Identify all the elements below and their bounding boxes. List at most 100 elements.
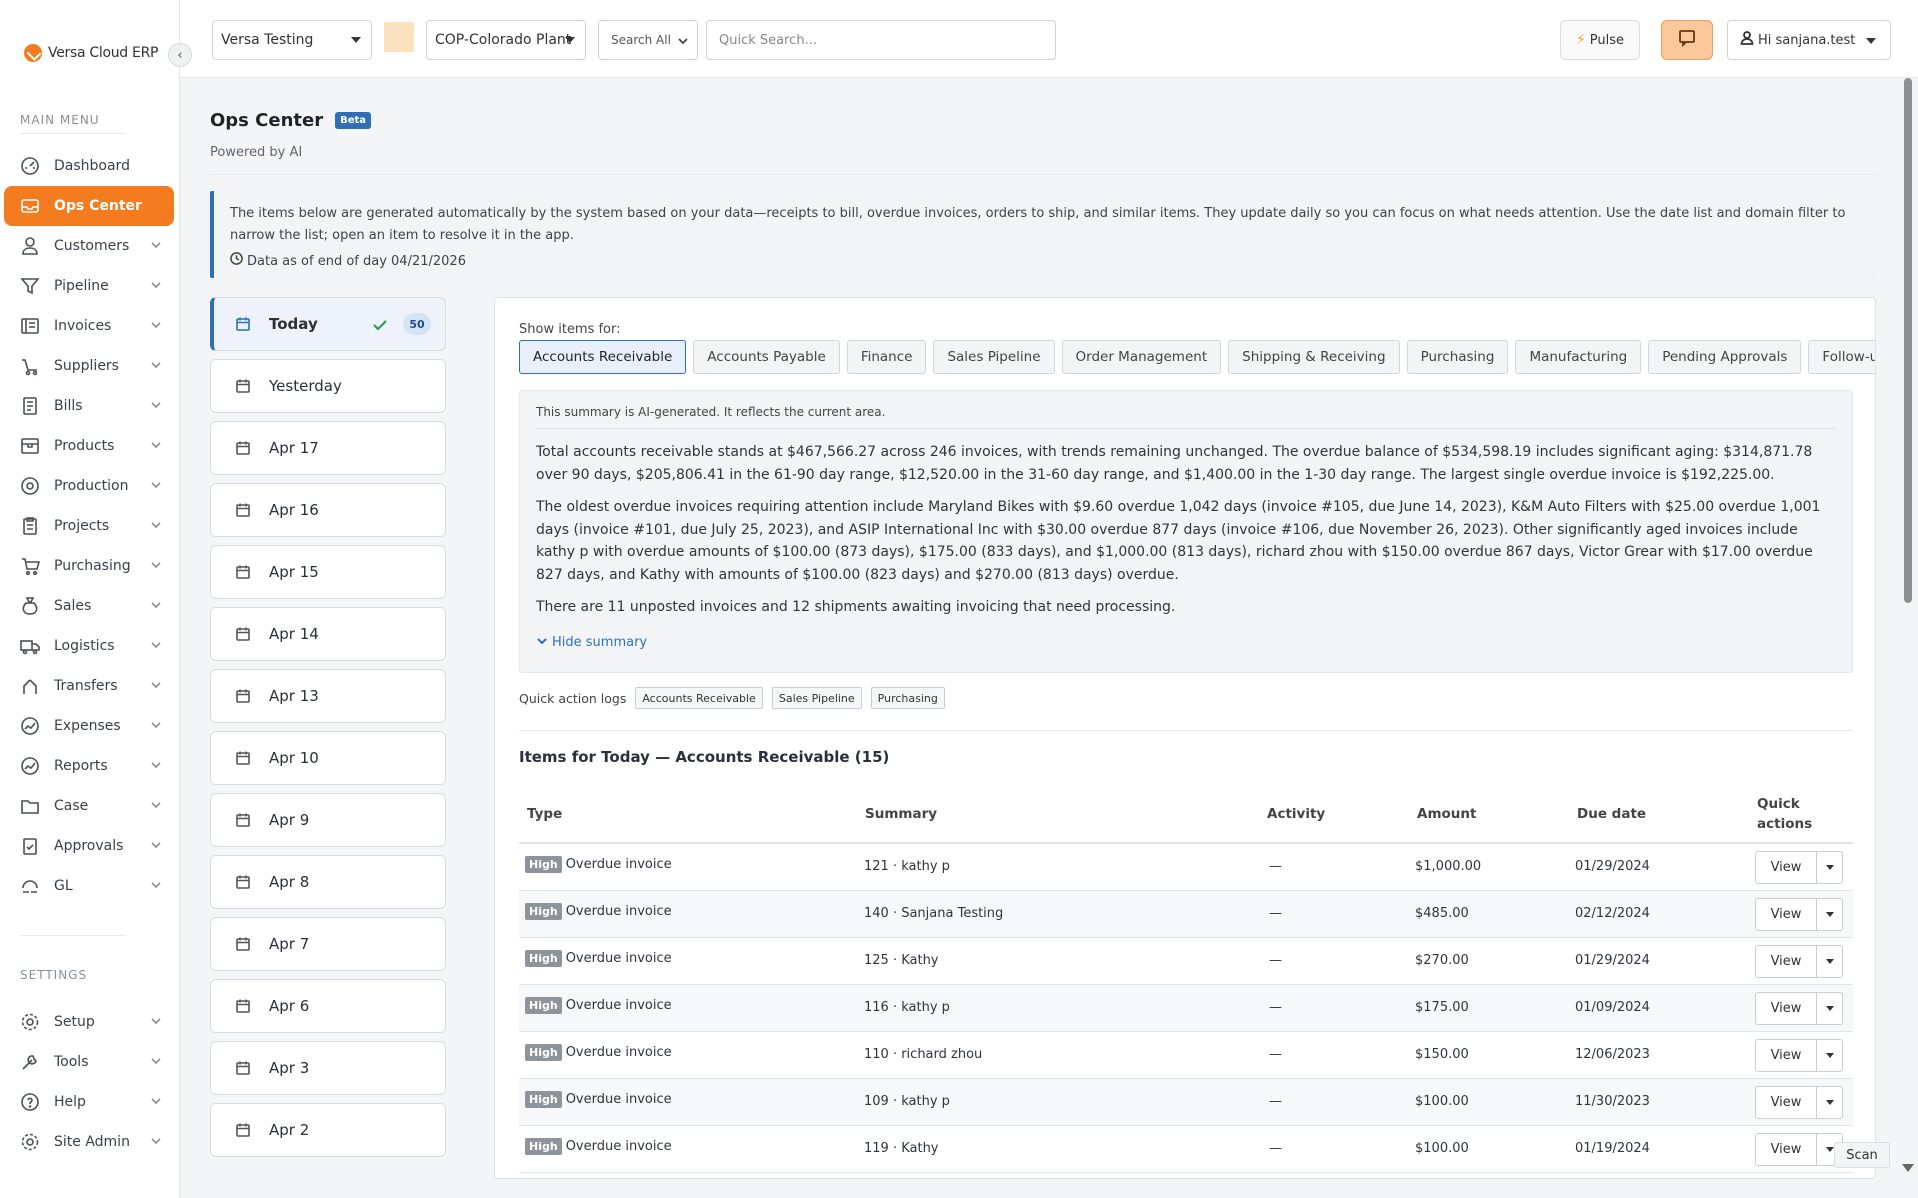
date-item[interactable]: Apr 7 bbox=[210, 917, 446, 971]
actions-dropdown-button[interactable] bbox=[1817, 945, 1843, 978]
date-item[interactable]: Apr 16 bbox=[210, 483, 446, 537]
domain-chip[interactable]: Accounts Payable bbox=[693, 340, 840, 374]
view-button[interactable]: View bbox=[1755, 1086, 1817, 1119]
sidebar-item-transfers[interactable]: Transfers bbox=[4, 666, 174, 706]
date-item[interactable]: Apr 17 bbox=[210, 421, 446, 475]
view-button[interactable]: View bbox=[1755, 1039, 1817, 1072]
column-header-summary[interactable]: Summary bbox=[865, 806, 937, 822]
view-button[interactable]: View bbox=[1755, 851, 1817, 884]
domain-chip[interactable]: Order Management bbox=[1061, 340, 1222, 374]
date-item[interactable]: Apr 2 bbox=[210, 1103, 446, 1157]
scrollbar-thumb[interactable] bbox=[1904, 78, 1912, 603]
view-button[interactable]: View bbox=[1755, 945, 1817, 978]
date-item[interactable]: Today 50 bbox=[210, 297, 446, 351]
gear-icon bbox=[20, 1012, 40, 1032]
brand-logo[interactable]: Versa Cloud ERP bbox=[24, 44, 158, 62]
sidebar-item-purchasing[interactable]: Purchasing bbox=[4, 546, 174, 586]
domain-chip[interactable]: Purchasing bbox=[1406, 340, 1509, 374]
sidebar-item-projects[interactable]: Projects bbox=[4, 506, 174, 546]
date-item[interactable]: Apr 10 bbox=[210, 731, 446, 785]
date-item[interactable]: Apr 3 bbox=[210, 1041, 446, 1095]
date-item[interactable]: Apr 14 bbox=[210, 607, 446, 661]
user-menu[interactable]: Hi sanjana.test bbox=[1727, 20, 1891, 60]
domain-chip[interactable]: Finance bbox=[846, 340, 927, 374]
table-row: High Overdue invoice 140 · Sanjana Testing… bbox=[519, 891, 1853, 938]
domain-chip[interactable]: Shipping & Receiving bbox=[1228, 340, 1400, 374]
date-item[interactable]: Apr 9 bbox=[210, 793, 446, 847]
brand-name: Versa Cloud ERP bbox=[48, 45, 159, 61]
sidebar-item-label: Help bbox=[54, 1094, 86, 1110]
sidebar-item-ops-center[interactable]: Ops Center bbox=[4, 186, 174, 226]
date-item[interactable]: Apr 15 bbox=[210, 545, 446, 599]
column-header-amount[interactable]: Amount bbox=[1417, 806, 1476, 822]
sidebar-item-dashboard[interactable]: Dashboard bbox=[4, 146, 174, 186]
view-button[interactable]: View bbox=[1755, 992, 1817, 1025]
column-header-activity[interactable]: Activity bbox=[1267, 806, 1325, 822]
scan-button[interactable]: Scan bbox=[1834, 1142, 1890, 1168]
column-header-type[interactable]: Type bbox=[527, 806, 562, 822]
quick-action-chip[interactable]: Sales Pipeline bbox=[771, 687, 862, 709]
items-table: Type Summary Activity Amount Due date Qu… bbox=[519, 786, 1853, 1173]
row-activity: — bbox=[1269, 953, 1282, 968]
sidebar-item-suppliers[interactable]: Suppliers bbox=[4, 346, 174, 386]
sidebar-item-tools[interactable]: Tools bbox=[4, 1042, 174, 1082]
actions-dropdown-button[interactable] bbox=[1817, 1086, 1843, 1119]
sidebar-item-label: Bills bbox=[54, 398, 83, 414]
sidebar-collapse-button[interactable]: ‹ bbox=[168, 43, 192, 67]
chevron-down-icon bbox=[150, 839, 162, 851]
domain-chip[interactable]: Sales Pipeline bbox=[933, 340, 1055, 374]
quick-action-chip[interactable]: Purchasing bbox=[870, 687, 945, 709]
location-select[interactable]: COP-Colorado Plant bbox=[426, 20, 586, 60]
sidebar-item-label: Customers bbox=[54, 238, 130, 254]
domain-chip[interactable]: Accounts Receivable bbox=[519, 340, 687, 374]
column-header-due-date[interactable]: Due date bbox=[1577, 806, 1646, 822]
actions-dropdown-button[interactable] bbox=[1817, 851, 1843, 884]
date-item[interactable]: Apr 13 bbox=[210, 669, 446, 723]
domain-chip[interactable]: Pending Approvals bbox=[1648, 340, 1802, 374]
sidebar-item-approvals[interactable]: Approvals bbox=[4, 826, 174, 866]
search-scope-select[interactable]: Search All bbox=[598, 20, 698, 60]
sidebar-item-setup[interactable]: Setup bbox=[4, 1002, 174, 1042]
sidebar-item-reports[interactable]: Reports bbox=[4, 746, 174, 786]
scroll-down-arrow[interactable] bbox=[1902, 1164, 1914, 1172]
sidebar-item-production[interactable]: Production bbox=[4, 466, 174, 506]
chevron-down-icon bbox=[150, 799, 162, 811]
row-type: High Overdue invoice bbox=[525, 1091, 672, 1108]
hide-summary-link[interactable]: Hide summary bbox=[536, 635, 1836, 651]
row-activity: — bbox=[1269, 859, 1282, 874]
sidebar-item-logistics[interactable]: Logistics bbox=[4, 626, 174, 666]
domain-chip[interactable]: Manufacturing bbox=[1515, 340, 1642, 374]
chevron-down-icon bbox=[150, 599, 162, 611]
sidebar-item-invoices[interactable]: Invoices bbox=[4, 306, 174, 346]
quick-action-chip[interactable]: Accounts Receivable bbox=[635, 687, 763, 709]
items-title: Items for Today — Accounts Receivable (1… bbox=[519, 748, 890, 766]
caret-down-icon bbox=[1825, 865, 1834, 870]
date-item[interactable]: Apr 6 bbox=[210, 979, 446, 1033]
sidebar-item-gl[interactable]: GL bbox=[4, 866, 174, 906]
domain-chip[interactable]: Follow-ups bbox=[1808, 340, 1875, 374]
date-item[interactable]: Apr 8 bbox=[210, 855, 446, 909]
sidebar-item-pipeline[interactable]: Pipeline bbox=[4, 266, 174, 306]
sidebar-item-site-admin[interactable]: Site Admin bbox=[4, 1122, 174, 1162]
sidebar-item-bills[interactable]: Bills bbox=[4, 386, 174, 426]
date-item[interactable]: Yesterday bbox=[210, 359, 446, 413]
chevron-down-icon bbox=[150, 519, 162, 531]
view-button[interactable]: View bbox=[1755, 1133, 1817, 1166]
actions-dropdown-button[interactable] bbox=[1817, 898, 1843, 931]
company-select[interactable]: Versa Testing bbox=[212, 20, 372, 60]
row-type: High Overdue invoice bbox=[525, 903, 672, 920]
view-button[interactable]: View bbox=[1755, 898, 1817, 931]
sidebar-item-customers[interactable]: Customers bbox=[4, 226, 174, 266]
sidebar-item-sales[interactable]: Sales bbox=[4, 586, 174, 626]
actions-dropdown-button[interactable] bbox=[1817, 1039, 1843, 1072]
sidebar-item-expenses[interactable]: Expenses bbox=[4, 706, 174, 746]
actions-dropdown-button[interactable] bbox=[1817, 992, 1843, 1025]
pulse-button[interactable]: ⚡ Pulse bbox=[1560, 20, 1640, 60]
row-due-date: 01/29/2024 bbox=[1575, 953, 1650, 968]
chat-button[interactable] bbox=[1661, 20, 1713, 60]
quick-search-input[interactable] bbox=[706, 20, 1056, 60]
sidebar-item-case[interactable]: Case bbox=[4, 786, 174, 826]
sidebar-item-help[interactable]: Help bbox=[4, 1082, 174, 1122]
page-scrollbar[interactable] bbox=[1902, 78, 1914, 1182]
sidebar-item-products[interactable]: Products bbox=[4, 426, 174, 466]
